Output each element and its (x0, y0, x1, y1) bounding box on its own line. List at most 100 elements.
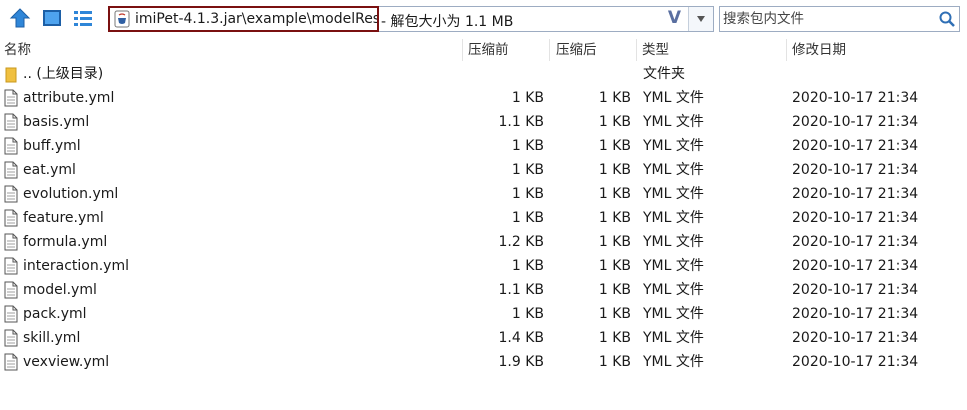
file-name: basis.yml (23, 114, 90, 130)
file-packed-size: 1.1 KB (498, 114, 545, 130)
document-icon (4, 161, 18, 183)
file-name: buff.yml (23, 138, 81, 154)
file-name: skill.yml (23, 330, 81, 346)
address-dropdown-button[interactable] (688, 7, 713, 31)
file-name: pack.yml (23, 306, 87, 322)
table-row[interactable]: basis.yml 1.1 KB 1 KB YML 文件 2020-10-17 … (0, 110, 967, 134)
document-icon (4, 233, 18, 255)
file-size: 1 KB (598, 282, 631, 298)
file-modified: 2020-10-17 21:34 (792, 210, 919, 226)
table-row[interactable]: attribute.yml 1 KB 1 KB YML 文件 2020-10-1… (0, 86, 967, 110)
file-packed-size: 1 KB (511, 186, 544, 202)
file-type: YML 文件 (643, 306, 704, 322)
column-divider[interactable] (462, 39, 463, 61)
document-icon (4, 209, 18, 231)
column-modified[interactable]: 修改日期 (792, 39, 846, 61)
file-name: evolution.yml (23, 186, 119, 202)
table-row[interactable]: pack.yml 1 KB 1 KB YML 文件 2020-10-17 21:… (0, 302, 967, 326)
document-icon (4, 185, 18, 207)
column-name[interactable]: 名称 (4, 39, 31, 61)
file-size: 1 KB (598, 138, 631, 154)
file-packed-size: 1 KB (511, 210, 544, 226)
address-v-glyph[interactable]: V (668, 8, 681, 28)
file-type: YML 文件 (643, 330, 704, 346)
parent-folder-type: 文件夹 (643, 66, 685, 82)
file-name: formula.yml (23, 234, 108, 250)
file-size: 1 KB (598, 114, 631, 130)
file-packed-size: 1 KB (511, 306, 544, 322)
address-bar[interactable]: imiPet-4.1.3.jar\example\modelRes - 解包大小… (108, 6, 714, 32)
parent-folder-row[interactable]: .. (上级目录) 文件夹 (0, 62, 967, 86)
thumbnail-view-icon[interactable] (40, 6, 64, 30)
document-icon (4, 257, 18, 279)
jar-file-icon (113, 10, 131, 28)
document-icon (4, 89, 18, 111)
file-name: eat.yml (23, 162, 76, 178)
table-row[interactable]: evolution.yml 1 KB 1 KB YML 文件 2020-10-1… (0, 182, 967, 206)
table-row[interactable]: skill.yml 1.4 KB 1 KB YML 文件 2020-10-17 … (0, 326, 967, 350)
file-name: vexview.yml (23, 354, 110, 370)
file-packed-size: 1 KB (511, 162, 544, 178)
search-input[interactable] (723, 10, 933, 28)
file-modified: 2020-10-17 21:34 (792, 354, 919, 370)
file-modified: 2020-10-17 21:34 (792, 306, 919, 322)
table-row[interactable]: buff.yml 1 KB 1 KB YML 文件 2020-10-17 21:… (0, 134, 967, 158)
column-header: 名称 压缩前 压缩后 类型 修改日期 (0, 39, 967, 61)
file-packed-size: 1 KB (511, 90, 544, 106)
file-size: 1 KB (598, 306, 631, 322)
search-box[interactable] (719, 6, 960, 32)
file-type: YML 文件 (643, 186, 704, 202)
column-divider[interactable] (786, 39, 787, 61)
table-row[interactable]: interaction.yml 1 KB 1 KB YML 文件 2020-10… (0, 254, 967, 278)
file-size: 1 KB (598, 330, 631, 346)
file-name: attribute.yml (23, 90, 115, 106)
file-type: YML 文件 (643, 234, 704, 250)
table-row[interactable]: formula.yml 1.2 KB 1 KB YML 文件 2020-10-1… (0, 230, 967, 254)
column-divider[interactable] (549, 39, 550, 61)
column-size[interactable]: 压缩后 (556, 39, 597, 61)
file-packed-size: 1.2 KB (498, 234, 545, 250)
file-type: YML 文件 (643, 258, 704, 274)
document-icon (4, 281, 18, 303)
column-packed[interactable]: 压缩前 (468, 39, 509, 61)
file-modified: 2020-10-17 21:34 (792, 186, 919, 202)
document-icon (4, 305, 18, 327)
file-modified: 2020-10-17 21:34 (792, 114, 919, 130)
file-packed-size: 1 KB (511, 138, 544, 154)
toolbar: imiPet-4.1.3.jar\example\modelRes - 解包大小… (0, 0, 967, 38)
column-type[interactable]: 类型 (642, 39, 669, 61)
file-name: feature.yml (23, 210, 104, 226)
column-divider[interactable] (636, 39, 637, 61)
list-view-icon[interactable] (71, 6, 95, 30)
table-row[interactable]: vexview.yml 1.9 KB 1 KB YML 文件 2020-10-1… (0, 350, 967, 374)
chevron-down-icon (696, 15, 706, 23)
file-size: 1 KB (598, 186, 631, 202)
file-modified: 2020-10-17 21:34 (792, 162, 919, 178)
file-packed-size: 1.1 KB (498, 282, 545, 298)
table-row[interactable]: model.yml 1.1 KB 1 KB YML 文件 2020-10-17 … (0, 278, 967, 302)
document-icon (4, 329, 18, 351)
file-modified: 2020-10-17 21:34 (792, 330, 919, 346)
file-type: YML 文件 (643, 162, 704, 178)
file-size: 1 KB (598, 234, 631, 250)
file-type: YML 文件 (643, 210, 704, 226)
table-row[interactable]: feature.yml 1 KB 1 KB YML 文件 2020-10-17 … (0, 206, 967, 230)
file-size: 1 KB (598, 162, 631, 178)
file-modified: 2020-10-17 21:34 (792, 258, 919, 274)
address-path-highlight[interactable]: imiPet-4.1.3.jar\example\modelRes (108, 6, 379, 32)
file-modified: 2020-10-17 21:34 (792, 90, 919, 106)
file-packed-size: 1.4 KB (498, 330, 545, 346)
unpacked-size-info: - 解包大小为 1.1 MB (381, 14, 514, 30)
file-size: 1 KB (598, 210, 631, 226)
file-type: YML 文件 (643, 282, 704, 298)
file-packed-size: 1.9 KB (498, 354, 545, 370)
search-icon[interactable] (938, 10, 956, 32)
file-modified: 2020-10-17 21:34 (792, 282, 919, 298)
file-size: 1 KB (598, 258, 631, 274)
file-type: YML 文件 (643, 138, 704, 154)
document-icon (4, 353, 18, 375)
table-row[interactable]: eat.yml 1 KB 1 KB YML 文件 2020-10-17 21:3… (0, 158, 967, 182)
document-icon (4, 113, 18, 135)
arrow-up-icon[interactable] (8, 6, 32, 30)
file-packed-size: 1 KB (511, 258, 544, 274)
